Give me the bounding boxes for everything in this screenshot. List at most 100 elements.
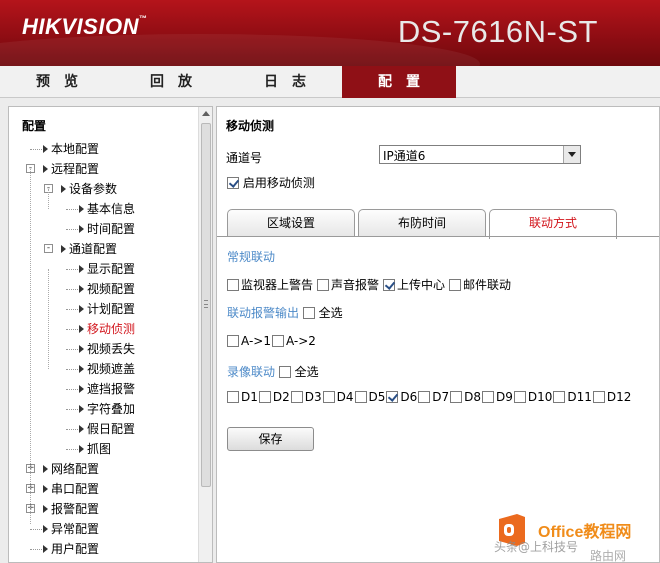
sidebar-item[interactable]: 抓图 <box>9 439 199 459</box>
caret-right-icon <box>43 525 48 533</box>
sidebar-item-label: 抓图 <box>87 442 112 456</box>
linkage-option[interactable]: D7 <box>418 390 449 404</box>
tab-arming-schedule[interactable]: 布防时间 <box>358 209 486 237</box>
linkage-option[interactable]: 声音报警 <box>317 276 379 293</box>
linkage-option[interactable]: D12 <box>592 390 632 404</box>
linkage-option[interactable]: D5 <box>354 390 385 404</box>
option-checkbox[interactable] <box>418 391 431 403</box>
sidebar-item[interactable]: 用户配置 <box>9 539 199 559</box>
sidebar-item[interactable]: + 报警配置 <box>9 499 199 519</box>
sidebar-scrollbar[interactable] <box>198 107 212 562</box>
option-label: D9 <box>496 390 513 404</box>
tree-connector <box>66 309 78 310</box>
option-label: D12 <box>606 390 632 404</box>
linkage-option[interactable]: 上传中心 <box>383 276 445 293</box>
record-select-all-checkbox[interactable] <box>278 366 291 378</box>
option-checkbox[interactable] <box>553 391 566 403</box>
enable-motion-row[interactable]: 启用移动侦测 <box>227 174 315 191</box>
sidebar-item[interactable]: 假日配置 <box>9 419 199 439</box>
sidebar-item[interactable]: + 串口配置 <box>9 479 199 499</box>
sidebar-item[interactable]: + 网络配置 <box>9 459 199 479</box>
option-checkbox[interactable] <box>482 391 494 403</box>
option-checkbox[interactable] <box>258 391 271 403</box>
option-label: 邮件联动 <box>463 278 512 292</box>
option-checkbox[interactable] <box>513 391 526 403</box>
sidebar-item[interactable]: - 远程配置 <box>9 159 199 179</box>
tab-linkage-method[interactable]: 联动方式 <box>489 209 617 239</box>
linkage-option[interactable]: D3 <box>290 390 322 404</box>
caret-right-icon <box>43 545 48 553</box>
linkage-option[interactable]: D8 <box>450 390 481 404</box>
option-checkbox[interactable] <box>386 391 399 403</box>
linkage-option[interactable]: D11 <box>553 390 592 404</box>
main-nav: 预览 回放 日志 配置 <box>0 66 660 98</box>
channel-select[interactable]: IP通道6 <box>379 145 581 164</box>
option-checkbox[interactable] <box>271 335 284 347</box>
tree-connector <box>66 329 78 330</box>
caret-right-icon <box>43 505 48 513</box>
nav-tab-log[interactable]: 日志 <box>228 66 342 98</box>
save-button[interactable]: 保存 <box>227 427 314 451</box>
option-checkbox[interactable] <box>227 391 239 403</box>
sidebar-item[interactable]: 移动侦测 <box>9 319 199 339</box>
sidebar-item[interactable]: 遮挡报警 <box>9 379 199 399</box>
sidebar-item-label: 计划配置 <box>87 302 136 316</box>
tree-connector <box>66 449 78 450</box>
sidebar-item[interactable]: 异常配置 <box>9 519 199 539</box>
nav-tab-preview[interactable]: 预览 <box>0 66 114 98</box>
option-checkbox[interactable] <box>450 391 463 403</box>
nav-tab-playback[interactable]: 回放 <box>114 66 228 98</box>
enable-motion-checkbox[interactable] <box>227 177 239 189</box>
nav-tab-config[interactable]: 配置 <box>342 66 456 98</box>
caret-right-icon <box>79 265 84 273</box>
linkage-option[interactable]: D4 <box>322 390 354 404</box>
sidebar-item[interactable]: 视频配置 <box>9 279 199 299</box>
option-checkbox[interactable] <box>354 391 367 403</box>
sidebar-item[interactable]: 视频遮盖 <box>9 359 199 379</box>
option-label: D6 <box>400 390 418 404</box>
linkage-option[interactable]: D1 <box>227 390 258 404</box>
scroll-thumb[interactable] <box>201 123 211 487</box>
option-label: A->2 <box>285 334 316 348</box>
linkage-option[interactable]: D10 <box>513 390 552 404</box>
tab-area-settings[interactable]: 区域设置 <box>227 209 355 237</box>
sidebar-item[interactable]: 计划配置 <box>9 299 199 319</box>
sidebar-item-label: 假日配置 <box>87 422 136 436</box>
option-checkbox[interactable] <box>322 391 335 403</box>
sidebar-item[interactable]: 显示配置 <box>9 259 199 279</box>
sidebar-item[interactable]: 时间配置 <box>9 219 199 239</box>
linkage-option[interactable]: 邮件联动 <box>449 276 511 293</box>
option-checkbox[interactable] <box>317 279 330 291</box>
linkage-option[interactable]: A->2 <box>271 334 316 348</box>
option-checkbox[interactable] <box>592 391 605 403</box>
tree-connector <box>66 269 78 270</box>
motion-detection-panel: 移动侦测 通道号 IP通道6 启用移动侦测 区域设置 布防时间 联动方式 常规联… <box>216 106 660 563</box>
sidebar-item[interactable]: 视频丢失 <box>9 339 199 359</box>
sidebar-item[interactable]: 基本信息 <box>9 199 199 219</box>
sidebar-item-label: 远程配置 <box>51 162 100 176</box>
sidebar-item-label: 基本信息 <box>87 202 136 216</box>
option-label: D3 <box>304 390 322 404</box>
scroll-up-arrow-icon[interactable] <box>202 111 210 116</box>
sidebar-item[interactable]: 字符叠加 <box>9 399 199 419</box>
alarm-output-select-all-checkbox[interactable] <box>302 307 315 319</box>
chevron-down-icon[interactable] <box>563 146 580 163</box>
linkage-option[interactable]: D9 <box>482 390 513 404</box>
sidebar-item[interactable]: 本地配置 <box>9 139 199 159</box>
linkage-option[interactable]: D2 <box>258 390 290 404</box>
option-checkbox[interactable] <box>227 279 239 291</box>
option-checkbox[interactable] <box>449 279 462 291</box>
brand-logo: HIKVISION™ <box>22 14 148 39</box>
option-label: D4 <box>336 390 354 404</box>
collapse-icon[interactable]: - <box>44 244 53 253</box>
linkage-option[interactable]: D6 <box>386 390 417 404</box>
linkage-option[interactable]: A->1 <box>227 334 271 348</box>
option-checkbox[interactable] <box>227 335 239 347</box>
option-checkbox[interactable] <box>290 391 303 403</box>
sidebar-item[interactable]: - 设备参数 <box>9 179 199 199</box>
linkage-option[interactable]: 监视器上警告 <box>227 276 313 293</box>
option-checkbox[interactable] <box>383 279 396 291</box>
sidebar-item[interactable]: - 通道配置 <box>9 239 199 259</box>
sidebar-item-label: 报警配置 <box>51 502 100 516</box>
sidebar-item-label: 时间配置 <box>87 222 136 236</box>
